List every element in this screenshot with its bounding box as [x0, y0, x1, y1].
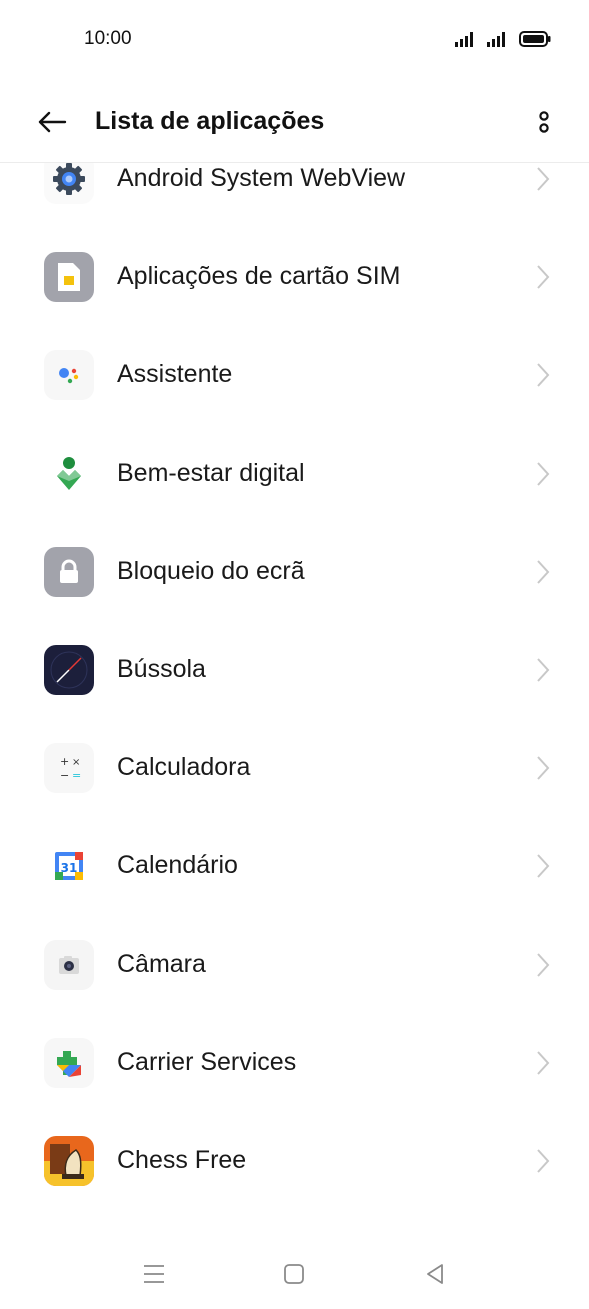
svg-text:+: + [60, 755, 69, 768]
chevron-right-icon [537, 560, 550, 584]
signal-icon-2 [487, 32, 505, 47]
list-item-bem-estar-digital[interactable]: Bem-estar digital [0, 425, 589, 523]
camera-icon [44, 939, 94, 990]
chevron-right-icon [537, 952, 550, 977]
list-item-calendario[interactable]: 31 Calendário [0, 817, 589, 915]
chevron-right-icon [537, 1149, 550, 1173]
app-label: Chess Free [117, 1145, 247, 1174]
app-label: Bem-estar digital [117, 458, 305, 487]
chevron-right-icon [537, 756, 550, 780]
list-item-bloqueio-do-ecra[interactable]: Bloqueio do ecrã [0, 523, 589, 621]
svg-text:−: − [60, 769, 69, 782]
status-icons [455, 30, 551, 48]
status-time: 10:00 [84, 28, 132, 49]
app-label: Calculadora [117, 753, 251, 782]
app-label: Bloqueio do ecrã [117, 556, 305, 585]
list-item-camara[interactable]: Câmara [0, 916, 589, 1014]
chevron-right-icon [537, 658, 550, 682]
chevron-right-icon [537, 167, 550, 191]
app-label: Calendário [117, 851, 238, 880]
menu-icon[interactable] [137, 1257, 171, 1291]
status-bar: 10:00 [0, 0, 589, 80]
arrow-left-icon[interactable] [34, 104, 70, 140]
list-item-carrier-services[interactable]: Carrier Services [0, 1014, 589, 1112]
calendar-icon: 31 [44, 841, 94, 892]
list-item-bussola[interactable]: Bússola [0, 621, 589, 719]
app-label: Assistente [117, 360, 233, 389]
app-label: Carrier Services [117, 1047, 297, 1076]
battery-icon [519, 31, 551, 47]
chevron-right-icon [537, 265, 550, 289]
app-label: Aplicações de cartão SIM [117, 262, 401, 291]
calendar-icon-day: 31 [61, 861, 78, 875]
page-title: Lista de aplicações [95, 107, 325, 135]
svg-text:×: × [72, 757, 80, 768]
chevron-right-icon [537, 363, 550, 388]
more-vertical-icon[interactable] [527, 104, 561, 140]
chess-icon [44, 1135, 94, 1186]
sim-card-icon [44, 252, 94, 303]
svg-text:=: = [72, 769, 81, 782]
app-bar: Lista de aplicações [0, 80, 589, 163]
system-nav-bar [0, 1239, 589, 1309]
calculator-icon: + × − = [44, 743, 94, 794]
chevron-right-icon [537, 461, 550, 486]
digital-wellbeing-icon [44, 448, 94, 499]
app-label: Android System WebView [117, 164, 406, 192]
app-list[interactable]: Android System WebView Aplicações de car… [0, 130, 589, 1210]
list-item-chess-free[interactable]: Chess Free [0, 1112, 589, 1210]
chevron-right-icon [537, 854, 550, 878]
assistant-icon [44, 350, 94, 401]
back-triangle-icon[interactable] [418, 1257, 452, 1291]
compass-icon [44, 644, 94, 695]
list-item-calculadora[interactable]: + × − = Calculadora [0, 719, 589, 817]
list-item-assistente[interactable]: Assistente [0, 326, 589, 424]
list-item-sim-apps[interactable]: Aplicações de cartão SIM [0, 228, 589, 326]
app-label: Câmara [117, 949, 206, 978]
signal-icon [455, 32, 473, 47]
home-square-icon[interactable] [277, 1257, 311, 1291]
chevron-right-icon [537, 1051, 550, 1075]
lock-icon [44, 546, 94, 597]
app-label: Bússola [117, 654, 206, 683]
carrier-services-icon [44, 1037, 94, 1088]
